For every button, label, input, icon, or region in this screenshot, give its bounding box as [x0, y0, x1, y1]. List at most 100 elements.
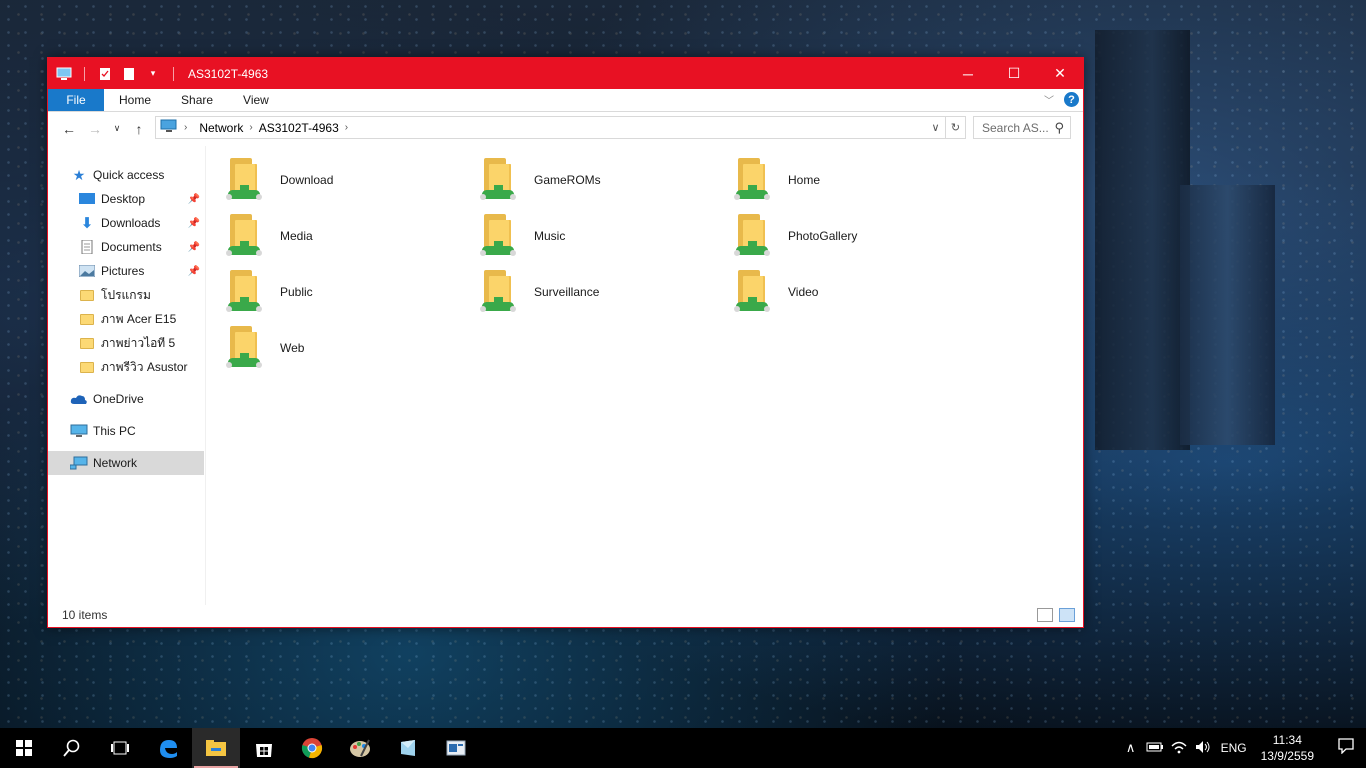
search-icon[interactable] [48, 728, 96, 768]
system-tray: ∧ ENG 11:34 13/9/2559 [1119, 728, 1366, 768]
chevron-right-icon[interactable]: › [184, 122, 187, 133]
nav-item-network[interactable]: Network [48, 451, 204, 475]
navigation-pane: ★ Quick access Desktop 📌 ⬇ Downloads 📌 D… [48, 146, 206, 605]
network-icon [70, 455, 88, 471]
divider [173, 66, 174, 81]
help-icon[interactable]: ? [1064, 92, 1079, 107]
network-share-item[interactable]: Media [208, 208, 462, 264]
app-icon[interactable] [432, 728, 480, 768]
pin-icon[interactable]: 📌 [188, 266, 200, 277]
store-icon[interactable] [240, 728, 288, 768]
nav-item-onedrive[interactable]: OneDrive [48, 387, 204, 411]
nav-item-downloads[interactable]: ⬇ Downloads 📌 [48, 211, 204, 235]
nav-label: OneDrive [93, 392, 144, 406]
wifi-icon[interactable] [1167, 740, 1191, 757]
divider [84, 66, 85, 81]
pin-icon[interactable]: 📌 [188, 242, 200, 253]
pin-icon[interactable]: 📌 [188, 194, 200, 205]
network-share-item[interactable]: Video [716, 264, 970, 320]
chrome-icon[interactable] [288, 728, 336, 768]
wallpaper-building [1095, 30, 1190, 450]
action-center-icon[interactable] [1326, 738, 1366, 758]
nav-label: ภาพรีวิว Asustor [101, 359, 188, 374]
nav-label: Downloads [101, 216, 161, 230]
nav-label: ภาพ Acer E15 [101, 311, 177, 326]
language-indicator[interactable]: ENG [1221, 741, 1247, 755]
forward-arrow-icon[interactable]: → [84, 121, 106, 137]
large-icons-view-icon[interactable] [1059, 608, 1075, 622]
network-share-item[interactable]: Public [208, 264, 462, 320]
content-area: ★ Quick access Desktop 📌 ⬇ Downloads 📌 D… [48, 146, 1083, 627]
up-arrow-icon[interactable]: ↑ [128, 121, 150, 137]
clock-time: 11:34 [1272, 733, 1302, 747]
breadcrumb[interactable]: Network [199, 121, 243, 135]
pin-icon[interactable]: 📌 [188, 218, 200, 229]
nav-label: This PC [93, 424, 136, 438]
details-view-icon[interactable] [1037, 608, 1053, 622]
expand-ribbon-icon[interactable]: ﹀ [1044, 92, 1054, 107]
network-share-item[interactable]: PhotoGallery [716, 208, 970, 264]
network-share-item[interactable]: Surveillance [462, 264, 716, 320]
maximize-button[interactable]: ☐ [991, 58, 1037, 89]
shared-folder-icon [226, 212, 266, 260]
back-arrow-icon[interactable]: ← [58, 121, 80, 137]
clock-date: 13/9/2559 [1260, 749, 1314, 763]
nav-item-desktop[interactable]: Desktop 📌 [48, 187, 204, 211]
item-label: Video [788, 285, 819, 299]
pictures-icon [78, 263, 96, 279]
refresh-icon[interactable]: ↻ [945, 117, 965, 138]
address-row: ← → ∨ ↑ › Network › AS3102T-4963 › ∨ ↻ S… [48, 112, 1083, 145]
shared-folder-icon [734, 268, 774, 316]
new-folder-icon[interactable] [121, 66, 137, 82]
network-share-item[interactable]: Web [208, 320, 462, 376]
close-button[interactable]: ✕ [1037, 58, 1083, 89]
computer-icon [56, 66, 72, 82]
file-list: Download GameROMs Home Media Music Photo… [208, 146, 1083, 605]
tab-share[interactable]: Share [166, 89, 228, 111]
nav-item-folder[interactable]: ภาพรีวิว Asustor [48, 355, 204, 379]
nav-label: Quick access [93, 168, 165, 182]
nav-item-folder[interactable]: ภาพย่าวไอที 5 [48, 331, 204, 355]
network-share-item[interactable]: Music [462, 208, 716, 264]
start-button[interactable] [0, 728, 48, 768]
task-view-icon[interactable] [96, 728, 144, 768]
nav-item-documents[interactable]: Documents 📌 [48, 235, 204, 259]
nav-item-pictures[interactable]: Pictures 📌 [48, 259, 204, 283]
recent-locations-icon[interactable]: ∨ [110, 123, 124, 134]
search-input[interactable]: Search AS... ⚲ [973, 116, 1071, 139]
paint-icon[interactable] [336, 728, 384, 768]
nav-item-folder[interactable]: ภาพ Acer E15 [48, 307, 204, 331]
item-label: Surveillance [534, 285, 600, 299]
nav-item-folder[interactable]: โปรแกรม [48, 283, 204, 307]
network-share-item[interactable]: Download [208, 152, 462, 208]
item-label: PhotoGallery [788, 229, 858, 243]
address-bar[interactable]: › Network › AS3102T-4963 › ∨ ↻ [155, 116, 966, 139]
battery-icon[interactable] [1143, 741, 1167, 756]
address-dropdown-icon[interactable]: ∨ [925, 117, 945, 138]
download-icon: ⬇ [80, 215, 94, 232]
chevron-up-icon[interactable]: ∧ [1119, 740, 1143, 756]
nav-item-quick-access[interactable]: ★ Quick access [70, 163, 204, 187]
volume-icon[interactable] [1191, 740, 1215, 757]
edge-icon[interactable] [144, 728, 192, 768]
title-bar[interactable]: ▾ AS3102T-4963 ─ ☐ ✕ [48, 58, 1083, 89]
properties-icon[interactable] [97, 66, 113, 82]
nav-item-this-pc[interactable]: This PC [48, 419, 204, 443]
breadcrumb[interactable]: AS3102T-4963 [259, 121, 339, 135]
tab-file[interactable]: File [48, 89, 104, 111]
app-icon[interactable] [384, 728, 432, 768]
file-explorer-icon[interactable] [192, 728, 240, 768]
item-label: Music [534, 229, 566, 243]
chevron-right-icon[interactable]: › [249, 122, 252, 133]
wallpaper-building [1180, 185, 1275, 445]
clock[interactable]: 11:34 13/9/2559 [1261, 732, 1314, 764]
nav-label: ภาพย่าวไอที 5 [101, 335, 176, 350]
chevron-down-icon[interactable]: ▾ [145, 66, 161, 82]
tab-home[interactable]: Home [104, 89, 166, 111]
network-share-item[interactable]: Home [716, 152, 970, 208]
network-share-item[interactable]: GameROMs [462, 152, 716, 208]
nav-label: Pictures [101, 264, 145, 278]
tab-view[interactable]: View [228, 89, 284, 111]
chevron-right-icon[interactable]: › [345, 122, 348, 133]
minimize-button[interactable]: ─ [945, 58, 991, 89]
